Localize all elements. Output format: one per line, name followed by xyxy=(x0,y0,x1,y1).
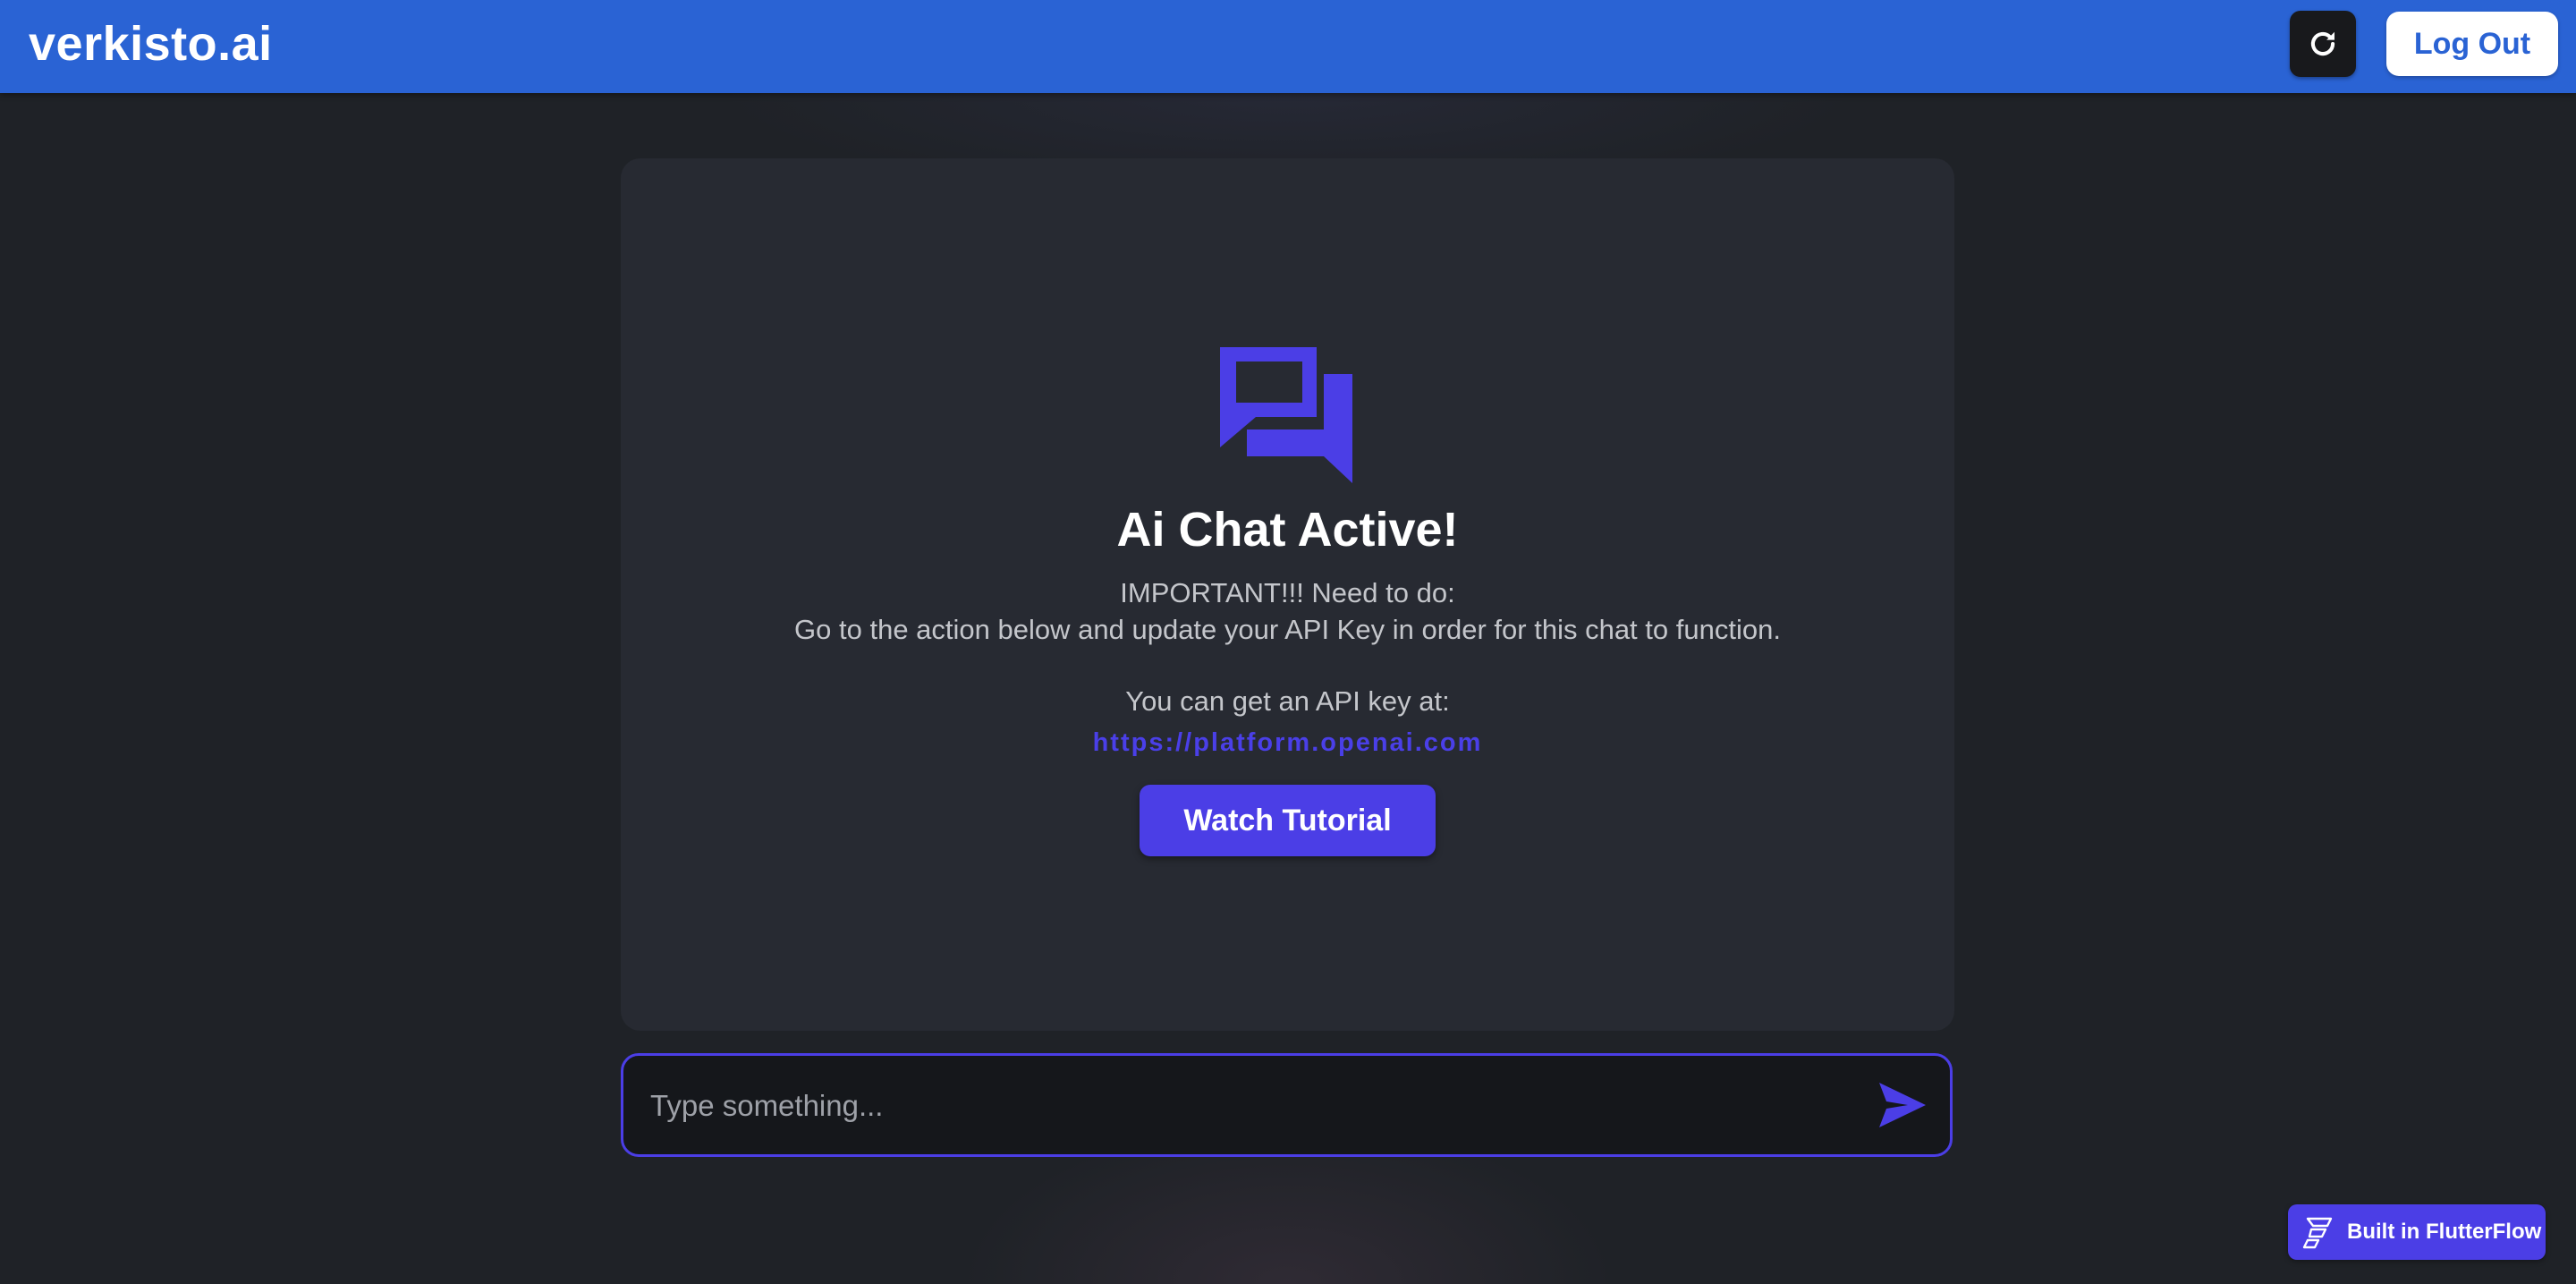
watch-tutorial-button[interactable]: Watch Tutorial xyxy=(1140,785,1436,856)
flutterflow-icon xyxy=(2301,1215,2336,1251)
badge-label: Built in FlutterFlow xyxy=(2347,1220,2542,1244)
important-notice: IMPORTANT!!! Need to do: xyxy=(1120,577,1455,608)
app-root: verkisto.ai Log Out Ai Chat Active! IMPO… xyxy=(0,0,2576,1284)
brand-title: verkisto.ai xyxy=(29,17,273,71)
built-in-flutterflow-badge[interactable]: Built in FlutterFlow xyxy=(2288,1204,2546,1260)
send-icon xyxy=(1876,1079,1929,1135)
refresh-button[interactable] xyxy=(2290,11,2356,77)
top-bar: verkisto.ai Log Out xyxy=(0,0,2576,93)
card-title: Ai Chat Active! xyxy=(1116,503,1459,557)
refresh-icon xyxy=(2306,27,2340,61)
send-button[interactable] xyxy=(1876,1079,1929,1131)
instruction-text: Go to the action below and update your A… xyxy=(794,614,1781,645)
openai-platform-link[interactable]: https://platform.openai.com xyxy=(621,725,1954,761)
chat-bubbles-icon xyxy=(1216,344,1356,483)
message-input[interactable] xyxy=(648,1056,1842,1156)
logout-button[interactable]: Log Out xyxy=(2386,12,2558,76)
api-key-hint: You can get an API key at: xyxy=(1125,685,1450,717)
message-composer xyxy=(621,1053,1953,1157)
